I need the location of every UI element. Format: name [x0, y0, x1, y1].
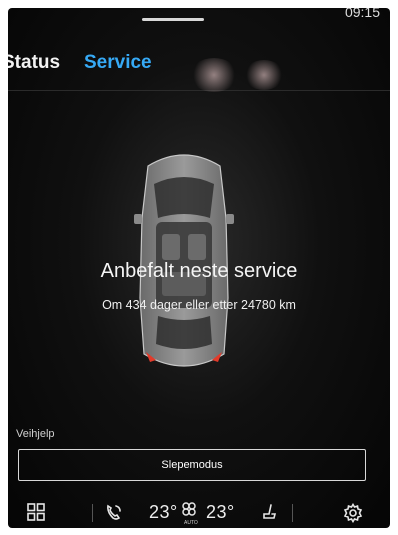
service-headline: Anbefalt neste service: [100, 260, 298, 282]
car-display-screen: 09:15 Status Service Anbefalt neste serv…: [8, 8, 390, 528]
pull-down-handle[interactable]: [142, 18, 204, 21]
tab-service[interactable]: Service: [84, 52, 152, 74]
status-bar-time: 09:15: [344, 8, 380, 20]
roadside-section-label: Veihjelp: [16, 428, 55, 440]
climate-bar: 23° AUTO 23°: [8, 496, 390, 528]
tow-mode-button[interactable]: Slepemodus: [18, 449, 366, 481]
bar-divider: [92, 504, 93, 522]
tab-status[interactable]: Status: [8, 52, 60, 74]
service-detail: Om 434 dager eller etter 24780 km: [102, 298, 296, 312]
fan-icon[interactable]: [180, 500, 198, 518]
left-temperature[interactable]: 23°: [149, 502, 178, 523]
right-temperature[interactable]: 23°: [206, 502, 235, 523]
apps-grid-icon[interactable]: [26, 502, 46, 522]
gear-icon[interactable]: [342, 502, 364, 524]
bar-divider: [292, 504, 293, 522]
screen-glare: [190, 58, 238, 92]
seat-heat-icon[interactable]: [260, 502, 280, 522]
fan-auto-label: AUTO: [184, 520, 198, 526]
phone-icon[interactable]: [104, 502, 124, 522]
tab-divider: [8, 90, 390, 91]
screen-glare: [244, 60, 284, 90]
